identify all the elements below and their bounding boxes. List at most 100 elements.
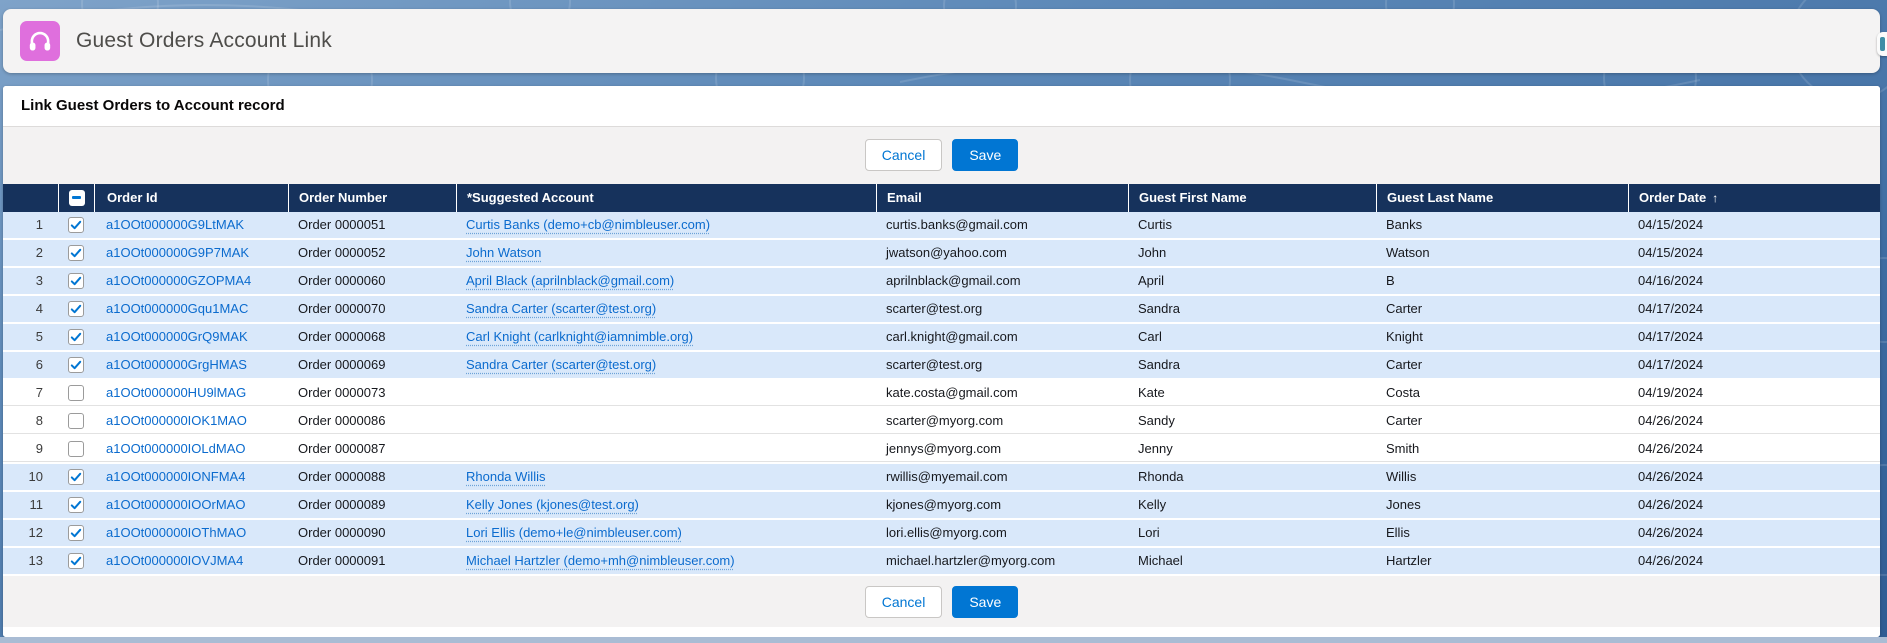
table-row: 6 a1OOt000000GrgHMAS Order 0000069 Sandr… [3,352,1880,380]
suggested-account-link[interactable]: Curtis Banks (demo+cb@nimbleuser.com) [466,217,710,232]
order-id-link[interactable]: a1OOt000000GZOPMA4 [106,273,251,288]
email-cell: aprilnblack@gmail.com [876,268,1128,294]
first-name-cell: Rhonda [1128,464,1376,490]
row-checkbox[interactable] [68,329,84,345]
email-cell: scarter@myorg.com [876,408,1128,434]
column-header-last-name[interactable]: Guest Last Name [1376,184,1628,212]
row-number: 3 [3,268,58,294]
column-header-order-id[interactable]: Order Id [94,184,288,212]
order-id-link[interactable]: a1OOt000000GrQ9MAK [106,329,248,344]
table-row: 8 a1OOt000000IOK1MAO Order 0000086 scart… [3,408,1880,436]
email-cell: kjones@myorg.com [876,492,1128,518]
last-name-cell: Jones [1376,492,1628,518]
suggested-account-link[interactable]: Sandra Carter (scarter@test.org) [466,301,656,316]
bottom-edge-bar [0,637,1887,643]
save-button-bottom[interactable]: Save [952,586,1018,618]
row-checkbox[interactable] [68,497,84,513]
last-name-cell: Watson [1376,240,1628,266]
hidden-panel-handle[interactable] [1877,32,1887,56]
table-row: 4 a1OOt000000Gqu1MAC Order 0000070 Sandr… [3,296,1880,324]
last-name-cell: Willis [1376,464,1628,490]
email-cell: carl.knight@gmail.com [876,324,1128,350]
order-date-cell: 04/26/2024 [1628,408,1880,434]
order-id-link[interactable]: a1OOt000000HU9lMAG [106,385,246,400]
suggested-account-link[interactable]: April Black (aprilnblack@gmail.com) [466,273,674,288]
first-name-cell: Lori [1128,520,1376,546]
last-name-cell: B [1376,268,1628,294]
first-name-cell: Michael [1128,548,1376,574]
order-id-link[interactable]: a1OOt000000G9LtMAK [106,217,244,232]
order-id-link[interactable]: a1OOt000000G9P7MAK [106,245,249,260]
order-id-link[interactable]: a1OOt000000IOK1MAO [106,413,247,428]
suggested-account-link[interactable]: Rhonda Willis [466,469,545,484]
row-checkbox[interactable] [68,273,84,289]
order-id-link[interactable]: a1OOt000000IOVJMA4 [106,553,243,568]
email-cell: michael.hartzler@myorg.com [876,548,1128,574]
column-header-suggested-account[interactable]: *Suggested Account [456,184,876,212]
last-name-cell: Carter [1376,408,1628,434]
suggested-account-link[interactable]: Lori Ellis (demo+le@nimbleuser.com) [466,525,682,540]
row-checkbox[interactable] [68,525,84,541]
cancel-button[interactable]: Cancel [865,139,943,171]
row-checkbox[interactable] [68,217,84,233]
order-number-cell: Order 0000068 [288,324,456,350]
table-row: 10 a1OOt000000IONFMA4 Order 0000088 Rhon… [3,464,1880,492]
order-date-label: Order Date [1639,190,1706,205]
column-header-email[interactable]: Email [876,184,1128,212]
suggested-account-link[interactable]: Michael Hartzler (demo+mh@nimbleuser.com… [466,553,735,568]
row-checkbox[interactable] [68,385,84,401]
row-number: 13 [3,548,58,574]
order-date-cell: 04/17/2024 [1628,296,1880,322]
email-cell: lori.ellis@myorg.com [876,520,1128,546]
order-date-cell: 04/17/2024 [1628,324,1880,350]
suggested-account-link[interactable]: Sandra Carter (scarter@test.org) [466,357,656,372]
table-row: 9 a1OOt000000IOLdMAO Order 0000087 jenny… [3,436,1880,464]
row-number: 2 [3,240,58,266]
table-body: 1 a1OOt000000G9LtMAK Order 0000051 Curti… [3,212,1880,576]
table-row: 5 a1OOt000000GrQ9MAK Order 0000068 Carl … [3,324,1880,352]
order-date-cell: 04/17/2024 [1628,352,1880,378]
row-checkbox[interactable] [68,441,84,457]
sort-ascending-icon: ↑ [1712,191,1718,205]
order-number-cell: Order 0000052 [288,240,456,266]
row-checkbox[interactable] [68,413,84,429]
suggested-account-link[interactable]: John Watson [466,245,541,260]
email-cell: jennys@myorg.com [876,436,1128,462]
row-number: 5 [3,324,58,350]
last-name-cell: Banks [1376,212,1628,238]
email-cell: scarter@test.org [876,296,1128,322]
row-number: 10 [3,464,58,490]
row-checkbox[interactable] [68,469,84,485]
first-name-cell: Sandra [1128,352,1376,378]
order-date-cell: 04/19/2024 [1628,380,1880,406]
order-date-cell: 04/26/2024 [1628,492,1880,518]
first-name-cell: Jenny [1128,436,1376,462]
headset-icon [20,21,60,61]
table-row: 11 a1OOt000000IOOrMAO Order 0000089 Kell… [3,492,1880,520]
hidden-panel-handle-inner [1880,37,1885,51]
column-header-first-name[interactable]: Guest First Name [1128,184,1376,212]
suggested-account-link[interactable]: Carl Knight (carlknight@iamnimble.org) [466,329,693,344]
row-checkbox[interactable] [68,553,84,569]
first-name-cell: Carl [1128,324,1376,350]
last-name-cell: Ellis [1376,520,1628,546]
select-all-checkbox[interactable] [69,190,85,206]
order-id-link[interactable]: a1OOt000000Gqu1MAC [106,301,248,316]
order-id-link[interactable]: a1OOt000000GrgHMAS [106,357,247,372]
cancel-button-bottom[interactable]: Cancel [865,586,943,618]
column-header-order-number[interactable]: Order Number [288,184,456,212]
row-checkbox[interactable] [68,301,84,317]
order-date-cell: 04/26/2024 [1628,464,1880,490]
order-date-cell: 04/16/2024 [1628,268,1880,294]
row-number: 1 [3,212,58,238]
column-header-order-date[interactable]: Order Date ↑ [1628,184,1880,212]
save-button[interactable]: Save [952,139,1018,171]
row-checkbox[interactable] [68,245,84,261]
order-id-link[interactable]: a1OOt000000IONFMA4 [106,469,245,484]
suggested-account-link[interactable]: Kelly Jones (kjones@test.org) [466,497,639,512]
order-id-link[interactable]: a1OOt000000IOOrMAO [106,497,245,512]
order-date-cell: 04/26/2024 [1628,520,1880,546]
order-id-link[interactable]: a1OOt000000IOLdMAO [106,441,245,456]
row-checkbox[interactable] [68,357,84,373]
order-id-link[interactable]: a1OOt000000IOThMAO [106,525,246,540]
